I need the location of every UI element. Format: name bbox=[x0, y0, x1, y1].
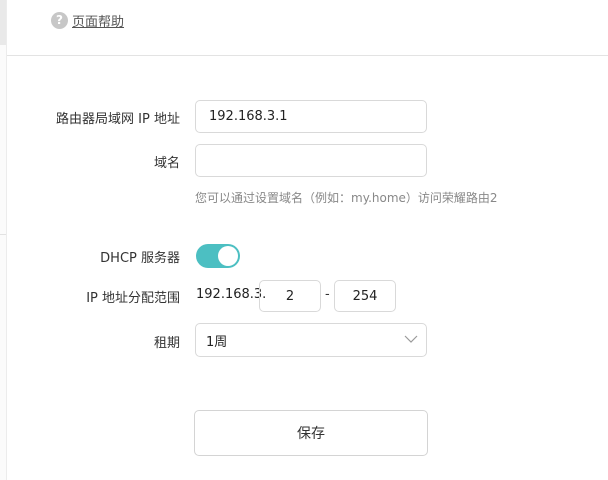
dhcp-toggle-knob bbox=[218, 246, 238, 266]
ip-range-label: IP 地址分配范围 bbox=[86, 291, 180, 306]
header-divider bbox=[7, 55, 608, 56]
ip-range-prefix: 192.168.3. bbox=[196, 287, 267, 302]
lan-ip-field[interactable] bbox=[195, 100, 427, 133]
domain-input[interactable] bbox=[209, 153, 426, 168]
lease-label: 租期 bbox=[153, 336, 180, 351]
ip-range-separator: - bbox=[325, 287, 330, 302]
lease-selected-value: 1周 bbox=[206, 334, 228, 350]
lan-ip-input[interactable] bbox=[209, 109, 426, 124]
page-help-label: 页面帮助 bbox=[72, 14, 125, 30]
dhcp-label: DHCP 服务器 bbox=[100, 251, 180, 266]
ip-range-end-input[interactable]: 254 bbox=[334, 280, 396, 312]
question-circle-icon: ? bbox=[51, 11, 68, 29]
chevron-down-icon bbox=[404, 335, 418, 343]
domain-hint: 您可以通过设置域名（例如：my.home）访问荣耀路由2 bbox=[195, 191, 498, 205]
ip-range-end-value: 254 bbox=[352, 288, 378, 304]
domain-field[interactable] bbox=[195, 144, 427, 177]
content-left-border bbox=[6, 0, 7, 480]
dhcp-toggle[interactable] bbox=[196, 244, 240, 268]
domain-label: 域名 bbox=[153, 156, 180, 171]
ip-range-start-input[interactable]: 2 bbox=[259, 280, 321, 312]
save-button[interactable]: 保存 bbox=[194, 410, 428, 456]
ip-range-start-value: 2 bbox=[285, 288, 295, 304]
lease-select[interactable]: 1周 bbox=[195, 323, 427, 357]
lan-ip-label: 路由器局域网 IP 地址 bbox=[56, 112, 180, 127]
save-button-label: 保存 bbox=[297, 426, 325, 442]
page-help-link[interactable]: ? 页面帮助 bbox=[51, 10, 124, 30]
